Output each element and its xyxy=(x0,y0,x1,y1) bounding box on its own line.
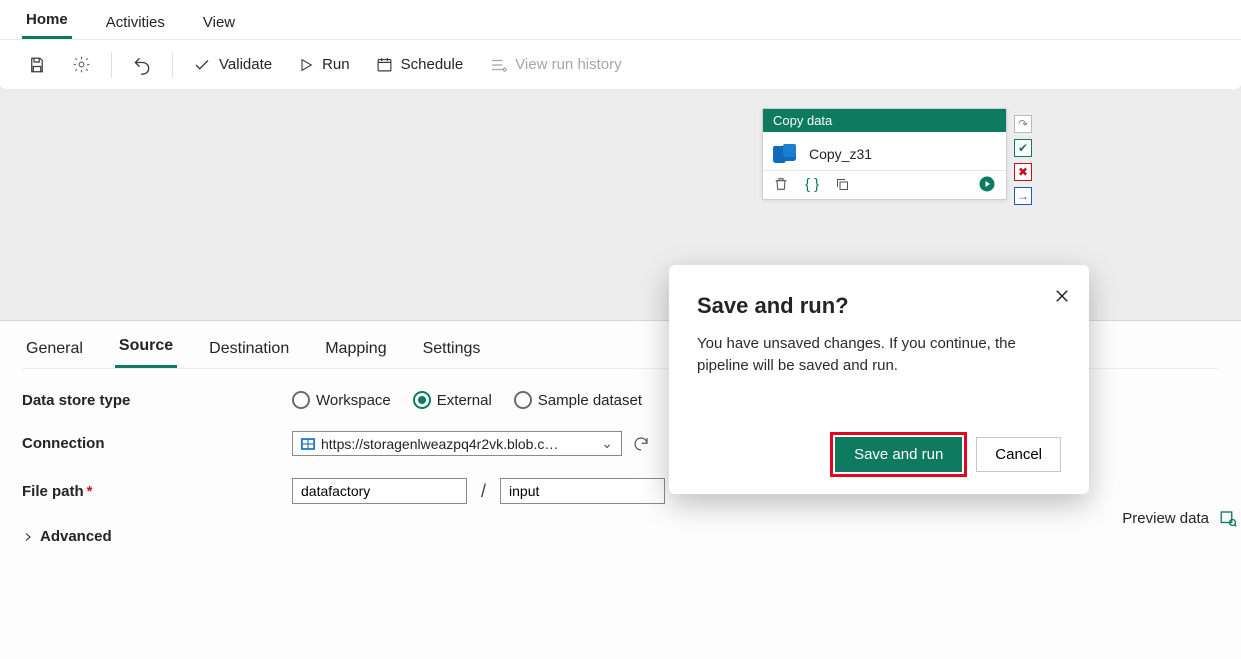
activity-type-label: Copy data xyxy=(763,109,1006,132)
preview-icon xyxy=(1219,509,1237,527)
radio-sample-label: Sample dataset xyxy=(538,392,642,409)
activity-name: Copy_z31 xyxy=(809,146,872,162)
connection-label: Connection xyxy=(22,435,282,452)
panel-tab-source[interactable]: Source xyxy=(115,327,177,368)
close-icon[interactable] xyxy=(1053,287,1071,305)
preview-data-label: Preview data xyxy=(1122,510,1209,527)
checkmark-icon xyxy=(193,56,211,74)
file-path-label: File path* xyxy=(22,483,282,500)
duplicate-icon[interactable] xyxy=(835,177,850,192)
radio-external[interactable]: External xyxy=(413,391,492,409)
save-and-run-button[interactable]: Save and run xyxy=(835,437,962,472)
schedule-button[interactable]: Schedule xyxy=(370,52,470,77)
play-icon xyxy=(298,57,314,73)
calendar-icon xyxy=(376,56,393,73)
history-icon xyxy=(489,56,507,74)
dialog-title: Save and run? xyxy=(697,293,1061,319)
separator xyxy=(172,52,173,78)
view-history-label: View run history xyxy=(515,56,621,73)
schedule-label: Schedule xyxy=(401,56,464,73)
view-history-button: View run history xyxy=(483,52,627,78)
radio-workspace-label: Workspace xyxy=(316,392,391,409)
panel-tab-destination[interactable]: Destination xyxy=(205,330,293,368)
storage-icon xyxy=(301,438,315,450)
handle-success[interactable]: ✔ xyxy=(1014,139,1032,157)
settings-icon[interactable] xyxy=(66,51,97,78)
panel-tab-general[interactable]: General xyxy=(22,330,87,368)
panel-tab-mapping[interactable]: Mapping xyxy=(321,330,390,368)
refresh-icon[interactable] xyxy=(632,435,650,453)
radio-external-label: External xyxy=(437,392,492,409)
code-braces-icon[interactable]: { } xyxy=(805,176,819,193)
connection-value: https://storagenlweazpq4r2vk.blob.c… xyxy=(321,436,595,452)
delete-icon[interactable] xyxy=(773,176,789,192)
path-separator: / xyxy=(477,481,490,502)
run-label: Run xyxy=(322,56,350,73)
dialog-body: You have unsaved changes. If you continu… xyxy=(697,333,1061,377)
save-icon[interactable] xyxy=(22,52,52,78)
tab-activities[interactable]: Activities xyxy=(102,4,169,39)
radio-workspace[interactable]: Workspace xyxy=(292,391,391,409)
file-path-container-input[interactable] xyxy=(292,478,467,504)
handle-failure[interactable]: ✖ xyxy=(1014,163,1032,181)
separator xyxy=(111,52,112,78)
file-path-directory-input[interactable] xyxy=(500,478,665,504)
run-button[interactable]: Run xyxy=(292,52,356,77)
panel-tab-settings[interactable]: Settings xyxy=(419,330,485,368)
ribbon-tabs: Home Activities View xyxy=(0,0,1241,40)
copy-data-icon xyxy=(773,144,799,164)
validate-button[interactable]: Validate xyxy=(187,52,278,78)
data-store-type-group: Workspace External Sample dataset xyxy=(292,391,642,409)
connection-dropdown[interactable]: https://storagenlweazpq4r2vk.blob.c… xyxy=(292,431,622,456)
radio-sample-dataset[interactable]: Sample dataset xyxy=(514,391,642,409)
advanced-expander[interactable]: Advanced xyxy=(22,528,1219,545)
tab-view[interactable]: View xyxy=(199,4,239,39)
activity-copy-data[interactable]: Copy data Copy_z31 { } xyxy=(762,108,1007,200)
command-bar: Validate Run Schedule View run history xyxy=(0,40,1241,90)
preview-data-action[interactable]: Preview data xyxy=(1122,509,1237,527)
undo-icon[interactable] xyxy=(126,51,158,79)
advanced-label: Advanced xyxy=(40,528,112,545)
tab-home[interactable]: Home xyxy=(22,1,72,39)
handle-completion[interactable]: ↷ xyxy=(1014,115,1032,133)
cancel-button[interactable]: Cancel xyxy=(976,437,1061,472)
save-and-run-dialog: Save and run? You have unsaved changes. … xyxy=(669,265,1089,494)
activity-output-handles: ↷ ✔ ✖ → xyxy=(1014,115,1036,205)
handle-skip[interactable]: → xyxy=(1014,187,1032,205)
data-store-type-label: Data store type xyxy=(22,392,282,409)
run-activity-icon[interactable] xyxy=(978,175,996,193)
chevron-right-icon xyxy=(22,531,34,543)
validate-label: Validate xyxy=(219,56,272,73)
